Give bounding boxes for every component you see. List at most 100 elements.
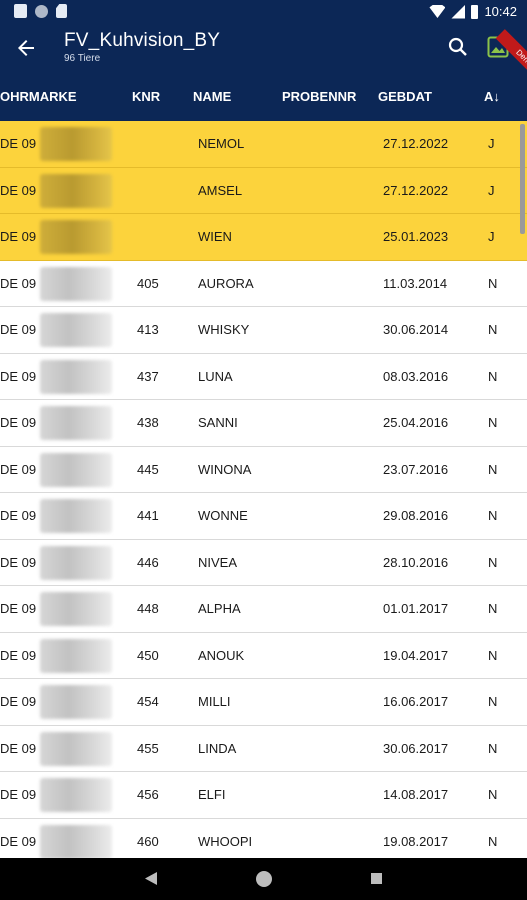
table-row[interactable]: DE 09 WIEN 25.01.2023 J: [0, 214, 527, 261]
nav-recents-icon[interactable]: [371, 873, 382, 884]
cell-a: N: [488, 508, 498, 523]
cell-a: N: [488, 461, 498, 477]
cell-name: ALPHA: [198, 601, 241, 616]
cell-a: N: [488, 322, 498, 337]
table-row[interactable]: DE 09 448 ALPHA 01.01.2017 N: [0, 586, 527, 633]
cell-ohrmarke: DE 09: [0, 647, 37, 663]
search-button[interactable]: [443, 32, 473, 62]
system-nav-bar: [0, 858, 527, 900]
cell-knr: 437: [137, 368, 159, 384]
redacted-ear-tag: [40, 592, 112, 626]
cell-a: N: [488, 787, 498, 802]
redacted-ear-tag: [40, 452, 112, 487]
cell-name: AURORA: [198, 275, 254, 291]
cell-a: N: [488, 694, 498, 709]
nav-home-icon[interactable]: [256, 871, 272, 887]
cell-gebdat: 25.04.2016: [383, 415, 449, 430]
cell-name: LUNA: [198, 368, 233, 384]
page-title: FV_Kuhvision_BY: [64, 30, 221, 51]
cell-a: J: [488, 229, 495, 244]
cell-ohrmarke: DE 09: [0, 787, 37, 802]
back-button[interactable]: [10, 32, 42, 64]
cell-gebdat: 29.08.2016: [383, 508, 449, 523]
table-row[interactable]: DE 09 AMSEL 27.12.2022 J: [0, 167, 527, 214]
cell-gebdat: 27.12.2022: [383, 136, 449, 151]
cell-a: J: [488, 136, 495, 151]
cell-knr: 413: [137, 322, 159, 337]
cell-name: MILLI: [198, 694, 231, 709]
cell-ohrmarke: DE 09: [0, 182, 37, 198]
table-row[interactable]: DE 09 450 ANOUK 19.04.2017 N: [0, 633, 527, 679]
cell-ohrmarke: DE 09: [0, 229, 37, 244]
page-subtitle: 96 Tiere: [64, 53, 101, 64]
wifi-icon: [429, 5, 446, 18]
cell-ohrmarke: DE 09: [0, 322, 37, 337]
header-a[interactable]: A↓: [484, 89, 500, 104]
cell-name: ANOUK: [198, 647, 245, 663]
table-row[interactable]: DE 09 441 WONNE 29.08.2016 N: [0, 493, 527, 540]
cell-gebdat: 19.04.2017: [383, 647, 449, 663]
nav-back-icon[interactable]: [145, 872, 157, 885]
redacted-ear-tag: [40, 824, 112, 859]
cell-name: WONNE: [198, 508, 248, 523]
cell-ohrmarke: DE 09: [0, 368, 37, 384]
table-row[interactable]: DE 09 438 SANNI 25.04.2016 N: [0, 400, 527, 447]
cell-name: WIEN: [198, 229, 232, 244]
search-icon: [448, 37, 467, 56]
cell-knr: 446: [137, 554, 159, 570]
header-gebdat[interactable]: GEBDAT: [378, 89, 432, 104]
status-clock: 10:42: [484, 4, 517, 19]
table-row[interactable]: DE 09 455 LINDA 30.06.2017 N: [0, 726, 527, 772]
redacted-ear-tag: [40, 220, 112, 254]
notification-icon: [14, 4, 27, 18]
redacted-ear-tag: [40, 266, 112, 301]
cell-ohrmarke: DE 09: [0, 554, 37, 570]
status-icons-left: [14, 4, 67, 18]
table-row[interactable]: DE 09 456 ELFI 14.08.2017 N: [0, 772, 527, 819]
cell-ohrmarke: DE 09: [0, 415, 37, 430]
cell-a: N: [488, 833, 498, 849]
table-row[interactable]: DE 09 437 LUNA 08.03.2016 N: [0, 354, 527, 400]
cell-gebdat: 19.08.2017: [383, 833, 449, 849]
table-row[interactable]: DE 09 446 NIVEA 28.10.2016 N: [0, 540, 527, 586]
cell-ohrmarke: DE 09: [0, 740, 37, 756]
cell-knr: 456: [137, 787, 159, 802]
sd-card-icon: [56, 4, 67, 18]
redacted-ear-tag: [40, 545, 112, 580]
cell-knr: 438: [137, 415, 159, 430]
cell-gebdat: 01.01.2017: [383, 601, 449, 616]
cell-a: J: [488, 182, 495, 198]
cell-a: N: [488, 601, 498, 616]
cell-name: ELFI: [198, 787, 226, 802]
cell-gebdat: 08.03.2016: [383, 368, 449, 384]
cell-name: WINONA: [198, 461, 252, 477]
cell-knr: 448: [137, 601, 159, 616]
redacted-ear-tag: [40, 127, 112, 161]
cell-ohrmarke: DE 09: [0, 136, 37, 151]
cell-name: WHISKY: [198, 322, 250, 337]
cell-name: NEMOL: [198, 136, 245, 151]
table-row[interactable]: DE 09 NEMOL 27.12.2022 J: [0, 121, 527, 168]
header-name[interactable]: NAME: [193, 89, 231, 104]
header-probennr[interactable]: PROBENNR: [282, 89, 356, 104]
table-row[interactable]: DE 09 405 AURORA 11.03.2014 N: [0, 261, 527, 307]
header-ohrmarke[interactable]: OHRMARKE: [0, 89, 77, 104]
scrollbar[interactable]: [520, 124, 525, 234]
table-row[interactable]: DE 09 413 WHISKY 30.06.2014 N: [0, 307, 527, 354]
cell-gebdat: 30.06.2014: [383, 322, 449, 337]
cell-a: N: [488, 740, 498, 756]
cell-knr: 454: [137, 694, 159, 709]
redacted-ear-tag: [40, 406, 112, 440]
cell-ohrmarke: DE 09: [0, 833, 37, 849]
cell-gebdat: 28.10.2016: [383, 554, 449, 570]
table-row[interactable]: DE 09 454 MILLI 16.06.2017 N: [0, 679, 527, 726]
header-knr[interactable]: KNR: [132, 89, 160, 104]
table-row[interactable]: DE 09 445 WINONA 23.07.2016 N: [0, 447, 527, 493]
redacted-ear-tag: [40, 778, 112, 812]
cell-name: WHOOPI: [198, 833, 253, 849]
cell-name: AMSEL: [198, 182, 243, 198]
cell-gebdat: 30.06.2017: [383, 740, 449, 756]
cell-knr: 460: [137, 833, 159, 849]
cell-knr: 441: [137, 508, 159, 523]
cell-a: N: [488, 647, 498, 663]
